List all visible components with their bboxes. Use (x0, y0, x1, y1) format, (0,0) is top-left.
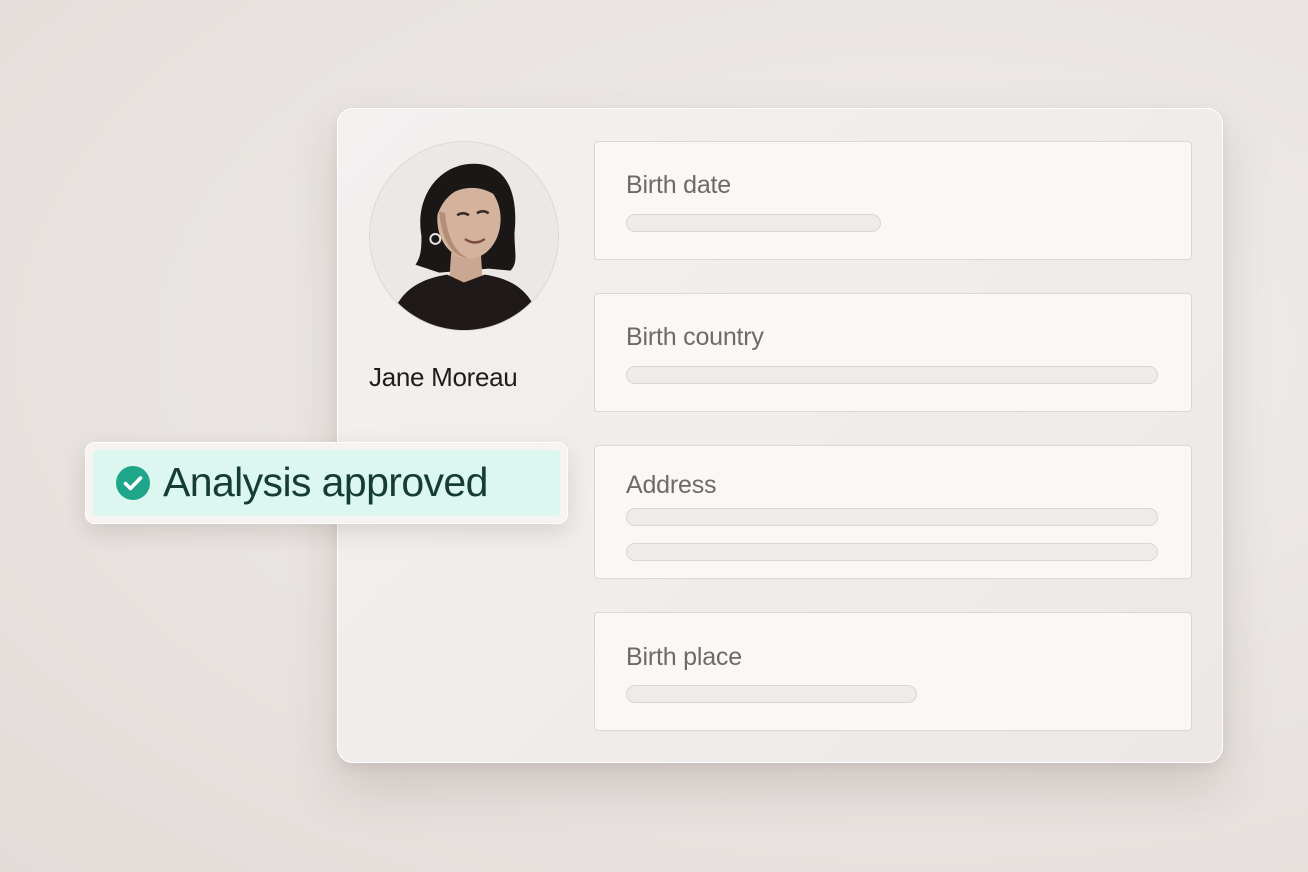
status-badge-inner: Analysis approved (93, 450, 560, 516)
value-placeholder-bar (626, 685, 917, 703)
field-address[interactable]: Address (594, 445, 1192, 579)
field-birth-date[interactable]: Birth date (594, 141, 1192, 260)
field-birth-place[interactable]: Birth place (594, 612, 1192, 731)
field-label: Birth date (626, 171, 732, 199)
field-birth-country[interactable]: Birth country (594, 293, 1192, 412)
value-placeholder-bar (626, 214, 881, 232)
value-placeholder-bar (626, 543, 1158, 561)
avatar (369, 141, 559, 331)
profile-name: Jane Moreau (369, 362, 518, 392)
field-label: Birth country (626, 323, 764, 351)
status-badge: Analysis approved (85, 442, 568, 524)
person-portrait-icon (370, 142, 558, 330)
field-label: Birth place (626, 643, 742, 671)
status-label: Analysis approved (163, 459, 488, 505)
value-placeholder-bar (626, 366, 1158, 384)
field-label: Address (626, 471, 717, 499)
value-placeholder-bar (626, 508, 1158, 526)
check-circle-icon (116, 466, 150, 500)
